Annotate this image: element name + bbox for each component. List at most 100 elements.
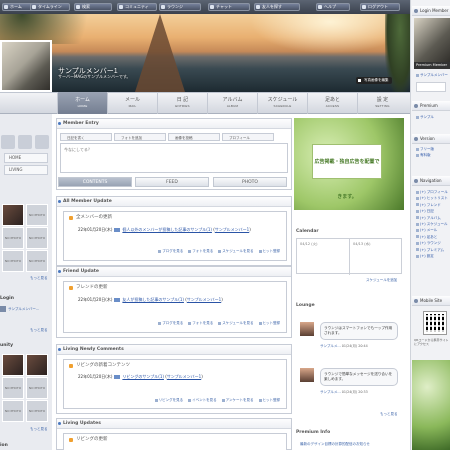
- calendar-icon[interactable]: [1, 135, 15, 149]
- more-link[interactable]: もっと見る: [30, 427, 48, 432]
- status-input[interactable]: 今なにしてる？: [60, 143, 288, 173]
- community-photo[interactable]: [26, 354, 48, 376]
- community-photo[interactable]: NO PHOTO: [26, 400, 48, 422]
- friend-photo[interactable]: NO PHOTO: [26, 250, 48, 272]
- friend-photo[interactable]: NO PHOTO: [2, 227, 24, 249]
- profile-tagline: サーバーMAGのサンプルメンバーです。: [58, 74, 131, 79]
- notes-icon[interactable]: [18, 135, 32, 149]
- tab-album[interactable]: アルバム ALBUM: [207, 92, 257, 114]
- living-comments-panel: Living Newly Comments リビングの新着コンテンツ 22年01…: [56, 344, 292, 414]
- tab-mail[interactable]: メール MAIL: [107, 92, 157, 114]
- panel-title: Living Newly Comments: [63, 347, 124, 352]
- edit-cover-button[interactable]: 写真画像を編集: [356, 77, 392, 84]
- premium-user-link[interactable]: サンプル: [416, 114, 434, 120]
- friend-photo[interactable]: NO PHOTO: [26, 227, 48, 249]
- tab-post-image[interactable]: 画像を投稿: [168, 133, 220, 141]
- topnav-lounge[interactable]: ラウンジ: [159, 3, 201, 11]
- community-photo[interactable]: NO PHOTO: [2, 400, 24, 422]
- community-photo[interactable]: NO PHOTO: [2, 377, 24, 399]
- avatar[interactable]: [300, 368, 314, 382]
- contents-button[interactable]: CONTENTS: [58, 177, 132, 187]
- calendar-day[interactable]: 04/12 (火): [297, 239, 350, 275]
- tab-write-diary[interactable]: 日記を書く: [60, 133, 112, 141]
- help-icon: [318, 5, 322, 9]
- tab-profile[interactable]: プロフィール: [222, 133, 274, 141]
- sidebar-item-living[interactable]: LIVING: [4, 165, 48, 175]
- bullet-icon: [58, 200, 61, 203]
- lounge-heading: Lounge: [296, 303, 315, 308]
- navigation-heading: Navigation: [412, 176, 450, 186]
- feed-button[interactable]: FEED: [135, 177, 209, 187]
- avatar[interactable]: [300, 322, 314, 336]
- topnav-community[interactable]: コミュニティ: [117, 3, 157, 11]
- chat-bubble-icon[interactable]: [35, 135, 49, 149]
- calendar-widget: 04/12 (火) 04/13 (水): [296, 238, 403, 275]
- more-link[interactable]: もっと見る: [30, 276, 48, 281]
- list-item: 22年01月20日(木) リビングのサンプル(1) (サンプルメンバー1): [78, 374, 203, 379]
- community-heading: unity: [0, 343, 14, 348]
- more-link[interactable]: もっと見る: [380, 412, 398, 417]
- premium-info-item[interactable]: 最新のデザイン目標の計算的配信のお知らせ: [300, 442, 370, 447]
- member-card[interactable]: [416, 82, 446, 92]
- more-link[interactable]: もっと見る: [30, 328, 48, 333]
- version-list: フリー版 有料版: [416, 146, 434, 159]
- mobile-site-heading: Mobile Site: [412, 296, 450, 306]
- panel-title: Friend Update: [63, 269, 99, 274]
- list-item: 22年01月20日(木) 友人が投稿した記事のサンプル(1) (サンプルメンバー1…: [78, 297, 223, 302]
- panel-title: Member Entry: [63, 121, 99, 126]
- update-tools: ブログを見る フォトを見る スケジュールを見る ヒット登録: [153, 249, 280, 254]
- tab-access[interactable]: 足あと ACCESS: [307, 92, 357, 114]
- friend-photo[interactable]: NO PHOTO: [26, 204, 48, 226]
- topnav-logout[interactable]: ログアウト: [360, 3, 400, 11]
- avatar[interactable]: [0, 40, 52, 92]
- panel-title: Living Updates: [63, 421, 101, 426]
- chat-icon: [210, 5, 214, 9]
- login-member-heading: Login Member: [412, 6, 450, 16]
- topnav-find-friends[interactable]: 友人を探す: [254, 3, 300, 11]
- friend-update-panel: Friend Update フレンドの更新 22年01月20日(木) 友人が投稿し…: [56, 266, 292, 338]
- tab-setting[interactable]: 設 定 SETTING: [357, 92, 407, 114]
- calendar-day[interactable]: 04/13 (水): [350, 239, 403, 275]
- folder-icon: [69, 216, 73, 220]
- lounge-icon: [161, 5, 165, 9]
- list-item[interactable]: 有料版: [416, 152, 434, 158]
- search-icon: [76, 5, 80, 9]
- topnav-help[interactable]: ヘルプ: [316, 3, 350, 11]
- tab-add-photo[interactable]: フォトを追加: [114, 133, 166, 141]
- nav-link[interactable]: (+) ヒットリスト: [416, 195, 448, 201]
- panel-title: All Member Update: [63, 199, 112, 204]
- user-icon: [0, 306, 6, 312]
- quick-icons: [0, 135, 52, 151]
- add-schedule-link[interactable]: スケジュールを追加: [366, 278, 397, 283]
- ad-banner[interactable]: 広告掲載・独自広告を配置できます。: [294, 118, 404, 210]
- all-member-update-panel: All Member Update 全メンバーの更新 22年01月20日(木) 個…: [56, 196, 292, 266]
- nav-link[interactable]: (+) 設定: [416, 253, 448, 259]
- bullet-icon: [58, 122, 61, 125]
- sidebar-item-home[interactable]: HOME: [4, 153, 48, 163]
- friend-photo[interactable]: NO PHOTO: [2, 250, 24, 272]
- tab-home[interactable]: ホーム HOME: [57, 92, 107, 114]
- member-photo[interactable]: [414, 18, 450, 62]
- community-photo[interactable]: [2, 354, 24, 376]
- update-tools: ブログを見る フォトを見る スケジュールを見る ヒット登録: [153, 321, 280, 326]
- tab-entries[interactable]: 日 記 ENTRIES: [157, 92, 207, 114]
- topnav-chat[interactable]: チャット: [208, 3, 250, 11]
- update-tools: リビングを見る イベントを見る アンケートを見る ヒット登録: [150, 398, 280, 403]
- logout-icon: [362, 5, 366, 9]
- topnav-timeline[interactable]: タイムライン: [30, 3, 70, 11]
- topnav-search[interactable]: 検索: [74, 3, 112, 11]
- photo-button[interactable]: PHOTO: [213, 177, 287, 187]
- bullet-icon: [58, 348, 61, 351]
- version-icon: [414, 137, 418, 141]
- mobile-icon: [414, 299, 418, 303]
- bullet-icon: [58, 270, 61, 273]
- friend-photo[interactable]: [2, 204, 24, 226]
- navigation-list: (+) プロフィール (+) ヒットリスト (+) フレンド (+) 日記 (+…: [416, 189, 448, 259]
- qr-code: [423, 311, 447, 335]
- community-photo[interactable]: NO PHOTO: [26, 377, 48, 399]
- premium-badge: Premium Member: [414, 62, 450, 69]
- member-link[interactable]: サンプルメンバー: [416, 72, 448, 78]
- profile-cover: [0, 14, 410, 92]
- tab-schedule[interactable]: スケジュール SCHEDULE: [257, 92, 307, 114]
- login-user-link[interactable]: サンプルメンバー...: [8, 307, 39, 312]
